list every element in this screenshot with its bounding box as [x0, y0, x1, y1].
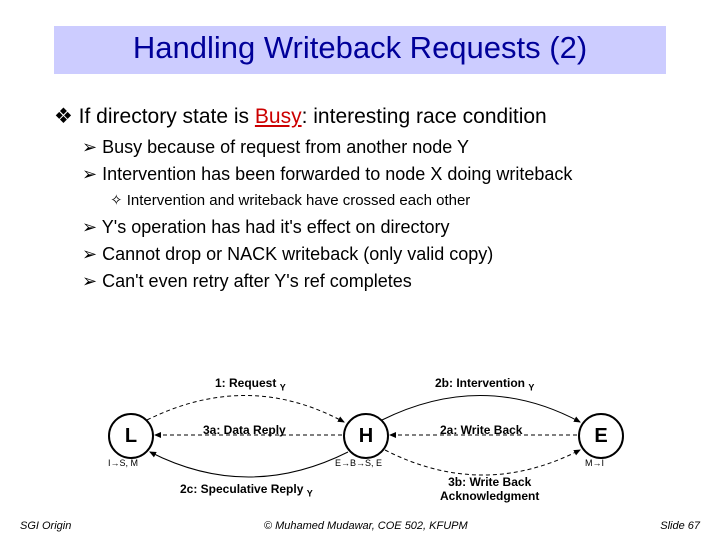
node-L: L [108, 413, 154, 459]
label-write-back: 2a: Write Back [440, 423, 522, 437]
label-request: 1: Request Y [215, 376, 286, 392]
label-intervention-text: 2b: Intervention [435, 376, 528, 390]
slide-title: Handling Writeback Requests (2) [133, 30, 587, 65]
node-E: E [578, 413, 624, 459]
label-wb-ack-l2: Acknowledgment [440, 489, 539, 503]
label-spec-reply: 2c: Speculative Reply Y [180, 482, 313, 498]
tag-H: E→B→S, E [335, 458, 382, 468]
bullet-6: Cannot drop or NACK writeback (only vali… [82, 244, 666, 265]
bullet-7: Can't even retry after Y's ref completes [82, 271, 666, 292]
bullet-4: Intervention and writeback have crossed … [110, 191, 666, 209]
bullet-3: Intervention has been forwarded to node … [82, 164, 666, 185]
bullet-2: Busy because of request from another nod… [82, 137, 666, 158]
label-intervention: 2b: Intervention Y [435, 376, 534, 392]
bullet-1-pre: If directory state is [79, 105, 255, 128]
label-request-text: 1: Request [215, 376, 280, 390]
footer-left: SGI Origin [20, 520, 71, 532]
label-spec-reply-sub: Y [307, 488, 313, 498]
bullet-1: If directory state is Busy: interesting … [54, 104, 666, 129]
bullet-5: Y's operation has had it's effect on dir… [82, 217, 666, 238]
footer-right: Slide 67 [660, 520, 700, 532]
bullet-1-busy: Busy [255, 105, 302, 128]
node-H: H [343, 413, 389, 459]
slide-title-band: Handling Writeback Requests (2) [54, 26, 666, 74]
footer-center: © Muhamed Mudawar, COE 502, KFUPM [71, 520, 660, 532]
label-spec-reply-text: 2c: Speculative Reply [180, 482, 307, 496]
tag-L: I→S, M [108, 458, 138, 468]
label-request-sub: Y [280, 382, 286, 392]
label-data-reply: 3a: Data Reply [203, 423, 286, 437]
label-intervention-sub: Y [528, 382, 534, 392]
label-wb-ack-l1: 3b: Write Back [440, 475, 539, 489]
label-wb-ack: 3b: Write Back Acknowledgment [440, 475, 539, 503]
bullet-1-post: : interesting race condition [302, 105, 547, 128]
tag-E: M→I [585, 458, 604, 468]
slide-body: If directory state is Busy: interesting … [54, 100, 666, 298]
footer: SGI Origin © Muhamed Mudawar, COE 502, K… [20, 520, 700, 532]
diagram: L H E I→S, M E→B→S, E M→I 1: Request Y 3… [0, 370, 720, 500]
